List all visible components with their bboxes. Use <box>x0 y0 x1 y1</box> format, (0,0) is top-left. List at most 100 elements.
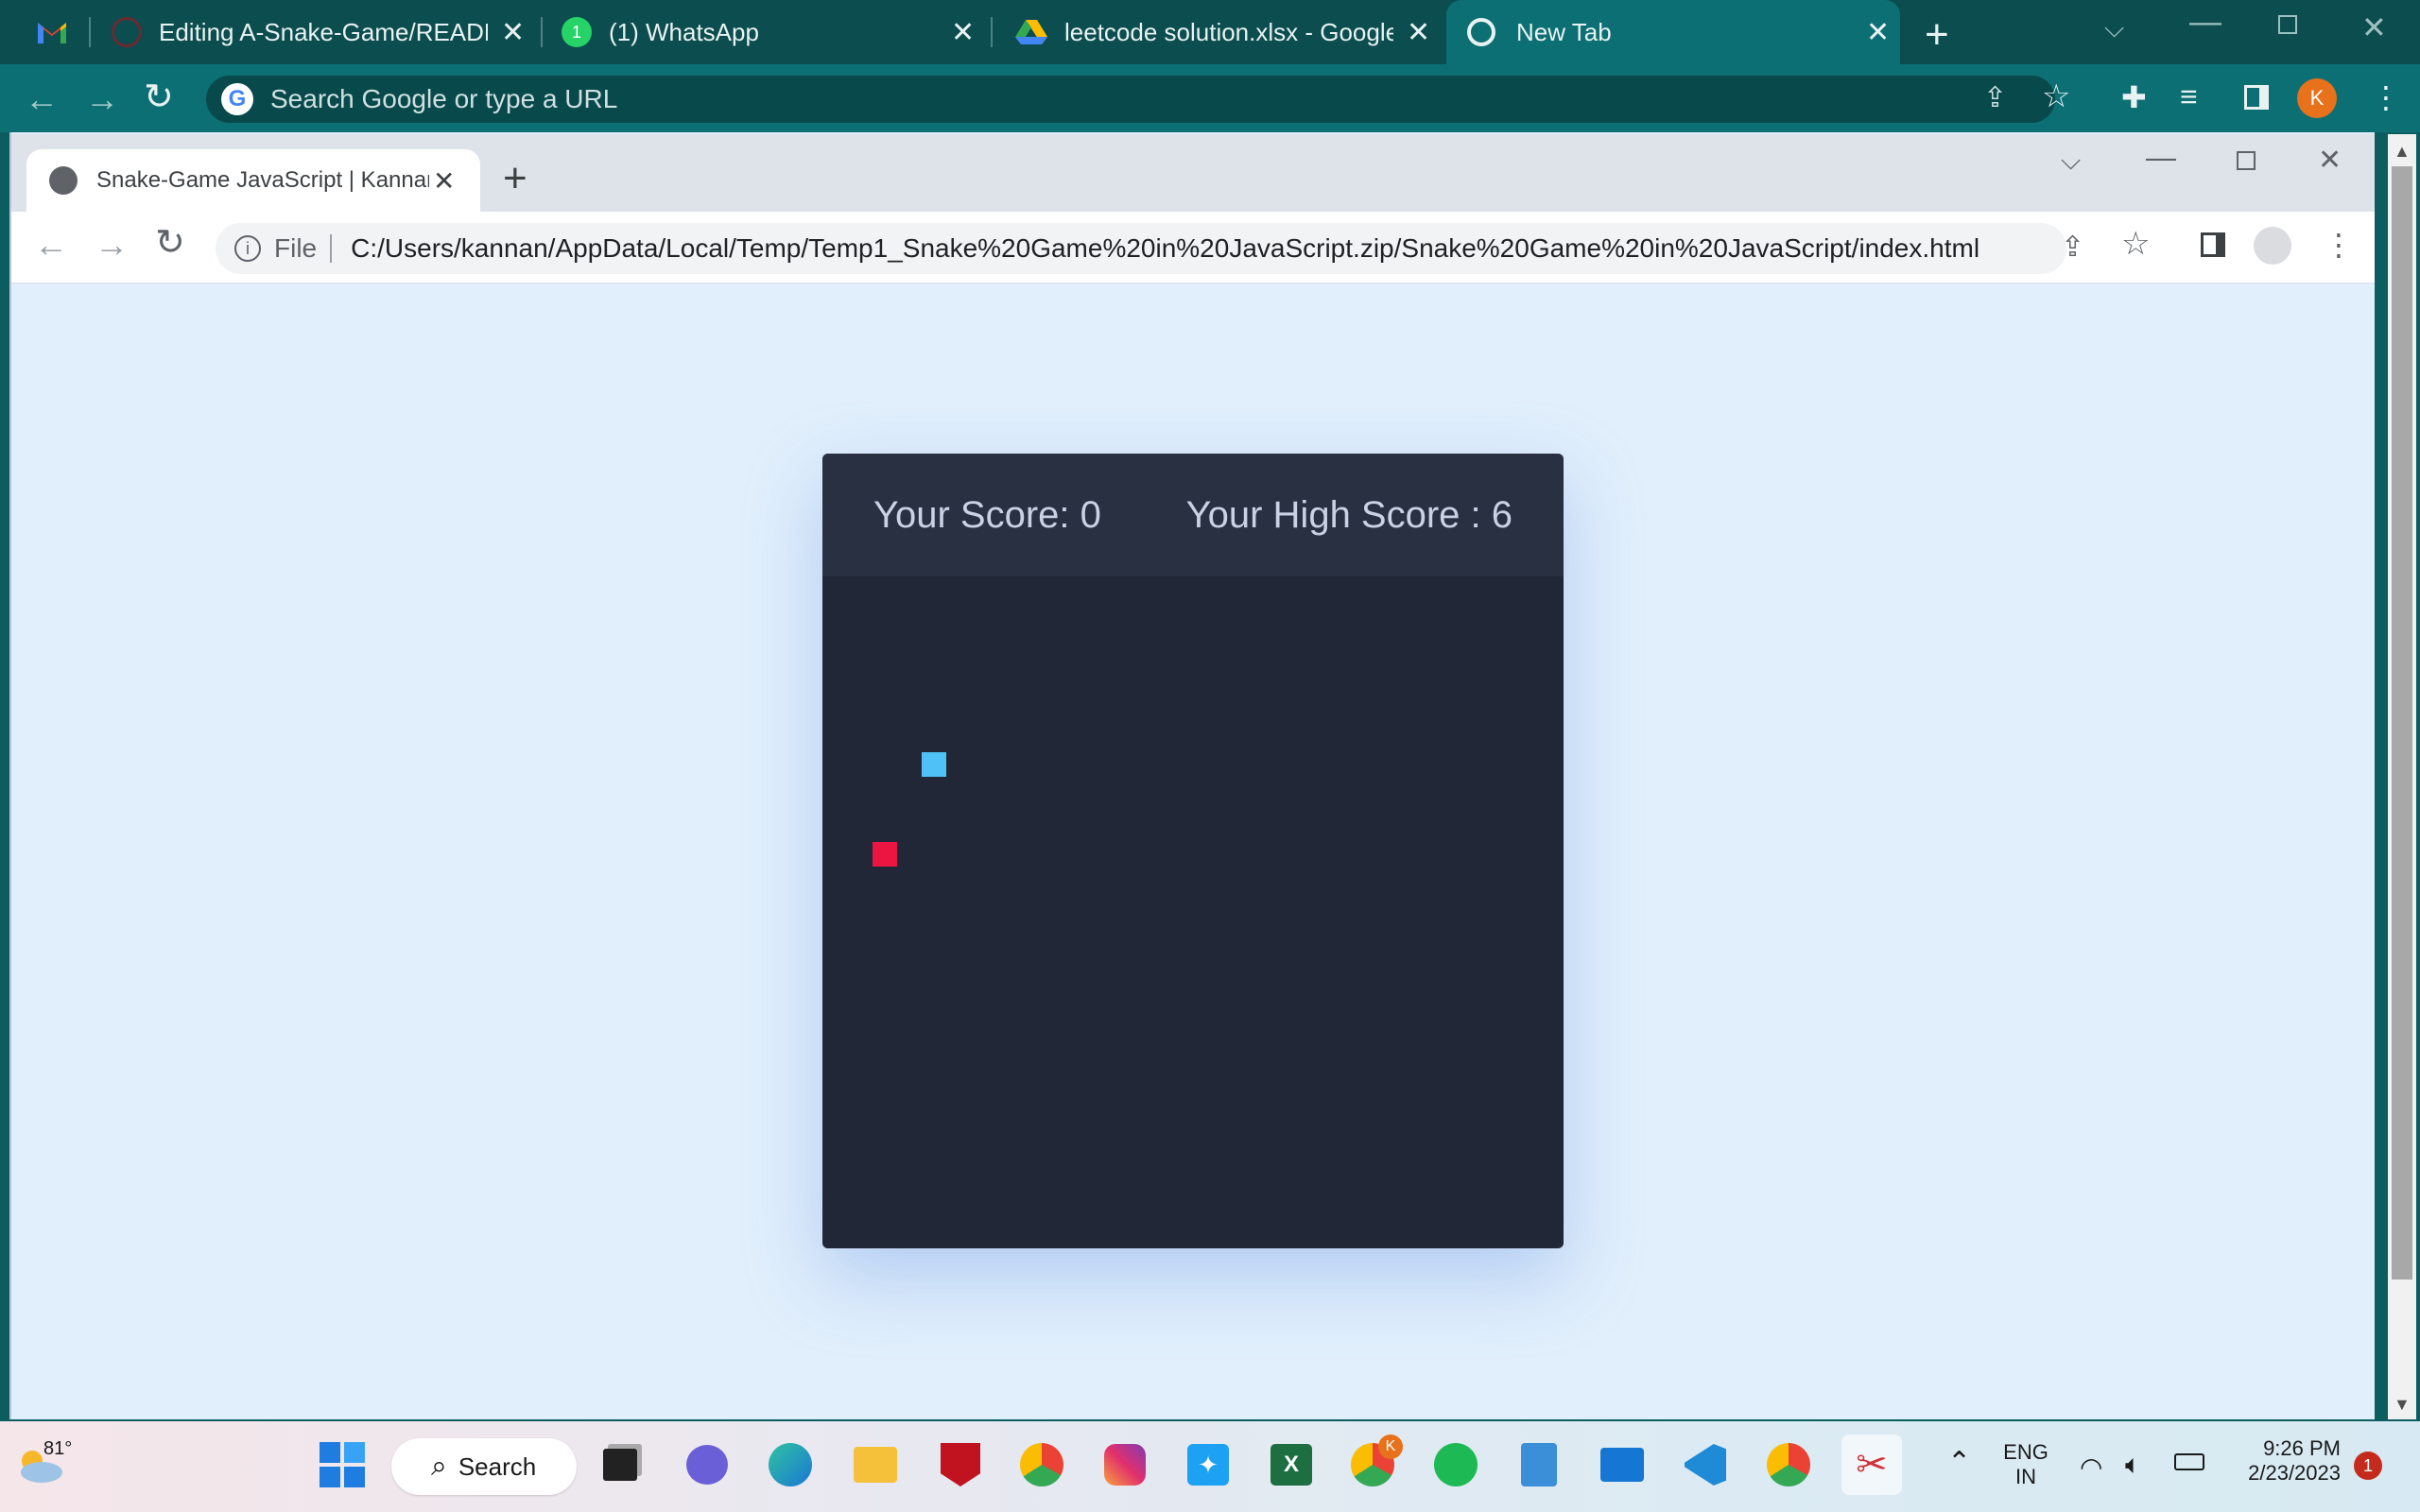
close-tab-icon[interactable]: ✕ <box>1407 16 1430 49</box>
tab-label: leetcode solution.xlsx - Google D <box>1064 17 1393 46</box>
wifi-icon[interactable]: ◠ <box>2080 1452 2102 1483</box>
gmail-icon[interactable] <box>36 19 68 45</box>
clock-date: 2/23/2023 <box>2248 1461 2341 1485</box>
tab-whatsapp[interactable]: 1 (1) WhatsApp ✕ <box>562 0 977 64</box>
outer-omnibox[interactable]: G Search Google or type a URL <box>206 76 2055 123</box>
snipping-tool-icon: ✂ <box>1856 1444 1888 1486</box>
notification-badge[interactable]: 1 <box>2354 1452 2382 1480</box>
maximize-icon[interactable] <box>2237 151 2256 170</box>
forward-icon[interactable]: → <box>95 225 129 265</box>
restore-icon[interactable] <box>2278 15 2297 34</box>
minimize-icon[interactable]: — <box>2189 4 2221 41</box>
tab-search-chevron-icon[interactable]: ⌵ <box>2104 13 2124 44</box>
close-window-icon[interactable]: ✕ <box>2361 9 2387 45</box>
vscode-app[interactable] <box>1675 1435 1736 1495</box>
scroll-up-arrow-icon[interactable]: ▲ <box>2394 142 2411 162</box>
menu-icon[interactable]: ⋮ <box>2371 79 2401 115</box>
new-tab-plus-icon[interactable]: + <box>503 155 527 202</box>
instagram-app[interactable] <box>1095 1435 1155 1495</box>
chrome-app[interactable]: K <box>1342 1435 1403 1495</box>
chrome-icon <box>1767 1443 1810 1486</box>
start-button[interactable] <box>312 1435 372 1495</box>
tab-google-drive[interactable]: leetcode solution.xlsx - Google D ✕ <box>1015 0 1431 64</box>
reload-icon[interactable]: ↻ <box>144 76 174 118</box>
snipping-tool-app[interactable]: ✂ <box>1841 1435 1902 1495</box>
back-icon[interactable]: ← <box>34 225 68 265</box>
task-view-app[interactable] <box>590 1435 650 1495</box>
whatsapp-icon: 1 <box>562 17 592 47</box>
close-tab-icon[interactable]: ✕ <box>433 165 455 197</box>
tab-new-tab[interactable]: New Tab ✕ <box>1446 0 1900 64</box>
edge-icon <box>769 1443 812 1486</box>
scroll-down-arrow-icon[interactable]: ▼ <box>2394 1395 2411 1415</box>
clock-time: 9:26 PM <box>2263 1436 2341 1460</box>
menu-icon[interactable]: ⋮ <box>2324 227 2354 263</box>
teams-app[interactable] <box>677 1435 737 1495</box>
close-window-icon[interactable]: ✕ <box>2318 144 2342 177</box>
search-label: Search <box>458 1452 537 1481</box>
volume-icon[interactable]: 🔈︎ <box>2125 1450 2141 1481</box>
language-indicator[interactable]: ENG IN <box>2002 1440 2049 1489</box>
snake-game-card: Your Score: 0 Your High Score : 6 <box>822 454 1564 1248</box>
new-tab-plus-icon[interactable]: + <box>1925 11 1949 59</box>
taskbar-search[interactable]: ⌕ Search <box>391 1438 577 1495</box>
mcafee-icon <box>941 1443 980 1486</box>
tab-label: New Tab <box>1516 17 1612 46</box>
region-label: IN <box>2015 1465 2036 1488</box>
address-divider <box>330 234 333 263</box>
forward-icon[interactable]: → <box>85 79 119 119</box>
spotify-app[interactable] <box>1426 1435 1486 1495</box>
close-tab-icon[interactable]: ✕ <box>501 16 525 49</box>
globe-icon <box>49 166 78 195</box>
excel-icon: X <box>1270 1444 1312 1486</box>
chrome-profile-app[interactable] <box>1011 1435 1072 1495</box>
media-control-icon[interactable]: ≡ <box>2180 79 2198 114</box>
extensions-icon[interactable]: ✚ <box>2121 79 2147 115</box>
tab-search-chevron-icon[interactable]: ⌵ <box>2061 146 2081 177</box>
bookmark-star-icon[interactable]: ☆ <box>2042 77 2070 115</box>
minimize-icon[interactable]: — <box>2146 140 2176 175</box>
tab-snake-game[interactable]: Snake-Game JavaScript | KannanI ✕ <box>26 149 480 212</box>
github-icon <box>112 17 142 47</box>
side-panel-icon[interactable] <box>2244 85 2269 110</box>
mcafee-app[interactable] <box>930 1435 991 1495</box>
tab-label: Editing A-Snake-Game/README. <box>159 17 488 46</box>
reload-icon[interactable]: ↻ <box>155 221 185 264</box>
profile-avatar[interactable]: K <box>2297 78 2337 118</box>
edge-app[interactable] <box>760 1435 821 1495</box>
close-tab-icon[interactable]: ✕ <box>1866 16 1890 49</box>
game-board[interactable] <box>822 576 1564 1248</box>
instagram-icon <box>1104 1444 1146 1486</box>
tab-label: (1) WhatsApp <box>609 17 759 46</box>
show-hidden-icons-chevron-icon[interactable]: ⌃ <box>1947 1446 1971 1479</box>
tab-separator <box>541 17 543 47</box>
side-panel-icon[interactable] <box>2201 232 2225 257</box>
share-icon[interactable]: ⇪ <box>2061 231 2084 264</box>
inner-address-bar[interactable]: i File C:/Users/kannan/AppData/Local/Tem… <box>216 223 2066 274</box>
clock[interactable]: 9:26 PM 2/23/2023 <box>2227 1436 2341 1486</box>
close-tab-icon[interactable]: ✕ <box>951 16 975 49</box>
file-explorer-app[interactable] <box>845 1435 906 1495</box>
high-score-label: Your High Score : 6 <box>1185 493 1512 536</box>
mail-app[interactable] <box>1592 1435 1652 1495</box>
chrome-icon <box>1467 18 1495 46</box>
weather-temp: 81° <box>43 1438 73 1459</box>
notepad-icon <box>1521 1443 1557 1486</box>
share-icon[interactable]: ⇪ <box>1983 81 2007 114</box>
notepad-app[interactable] <box>1509 1435 1569 1495</box>
folder-icon <box>854 1447 897 1483</box>
info-icon[interactable]: i <box>234 235 261 262</box>
snake-head <box>922 752 946 777</box>
back-icon[interactable]: ← <box>25 79 59 119</box>
excel-app[interactable]: X <box>1261 1435 1322 1495</box>
chrome-profile-badge: K <box>1378 1435 1403 1459</box>
tab-editing-readme[interactable]: Editing A-Snake-Game/README. ✕ <box>112 0 527 64</box>
profile-icon[interactable] <box>2254 227 2291 265</box>
twitter-icon: ✦ <box>1187 1444 1229 1486</box>
twitter-app[interactable]: ✦ <box>1178 1435 1238 1495</box>
scrollbar-thumb[interactable] <box>2392 166 2412 1280</box>
bookmark-star-icon[interactable]: ☆ <box>2121 225 2150 263</box>
chrome-app-2[interactable] <box>1758 1435 1819 1495</box>
battery-icon[interactable] <box>2174 1453 2204 1470</box>
google-drive-icon <box>1015 18 1047 46</box>
